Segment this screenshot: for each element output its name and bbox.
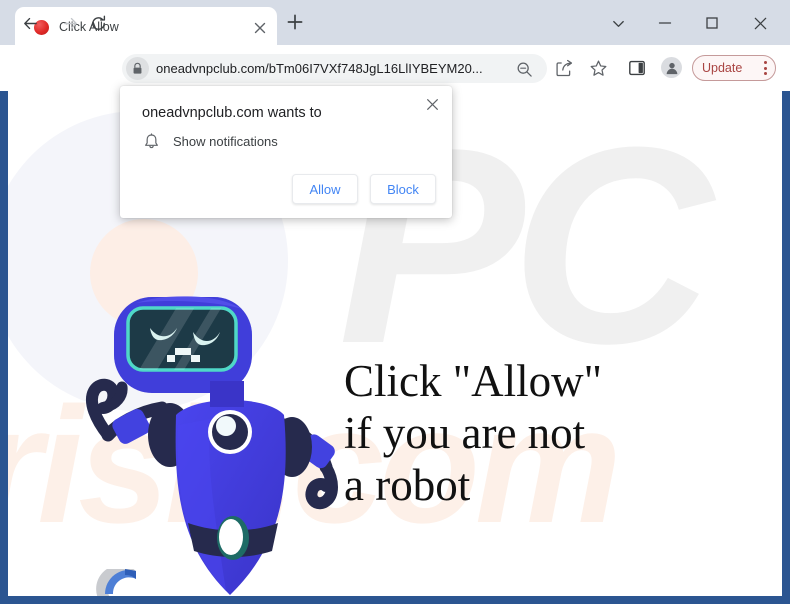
side-panel-icon[interactable] [626, 57, 648, 79]
tab-strip: Click Allow [0, 0, 790, 45]
robot-mascot-illustration [66, 295, 366, 596]
e-captcha-logo: E-CAPTCHA [80, 565, 166, 596]
popup-title: oneadvnpclub.com wants to [142, 105, 322, 121]
update-label: Update [702, 60, 743, 75]
forward-button[interactable] [58, 11, 82, 35]
block-button[interactable]: Block [370, 174, 436, 204]
back-button[interactable] [18, 11, 42, 35]
zoom-out-icon[interactable] [514, 59, 534, 79]
browser-window: Click Allow oneadvnpclub.com/bTm06I7VXf7… [0, 0, 790, 604]
bell-icon [142, 132, 160, 150]
share-icon[interactable] [553, 57, 575, 79]
lock-icon[interactable] [126, 57, 149, 80]
bookmark-star-icon[interactable] [587, 57, 609, 79]
url-text: oneadvnpclub.com/bTm06I7VXf748JgL16LlIYB… [156, 61, 483, 76]
permission-row: Show notifications [142, 132, 278, 150]
popup-close-icon[interactable] [422, 94, 442, 114]
permission-label: Show notifications [173, 133, 278, 149]
tab-click-allow[interactable]: Click Allow [15, 7, 277, 45]
allow-button[interactable]: Allow [292, 174, 358, 204]
page-headline: Click "Allow" if you are not a robot [344, 356, 602, 510]
address-bar[interactable]: oneadvnpclub.com/bTm06I7VXf748JgL16LlIYB… [122, 54, 547, 83]
tab-search-chevron-down-icon[interactable] [596, 5, 640, 41]
popup-actions: Allow Block [292, 174, 436, 204]
window-maximize-icon[interactable] [690, 5, 734, 41]
captcha-c-icon [95, 565, 151, 596]
window-close-icon[interactable] [738, 5, 782, 41]
reload-button[interactable] [86, 11, 110, 35]
tab-close-icon[interactable] [251, 19, 269, 37]
window-minimize-icon[interactable] [643, 5, 687, 41]
new-tab-button[interactable] [285, 12, 305, 32]
update-button[interactable]: Update [692, 55, 776, 81]
three-dot-menu-icon[interactable] [764, 61, 767, 75]
notification-permission-popup: oneadvnpclub.com wants to Show notificat… [120, 86, 452, 218]
profile-avatar[interactable] [661, 57, 682, 78]
